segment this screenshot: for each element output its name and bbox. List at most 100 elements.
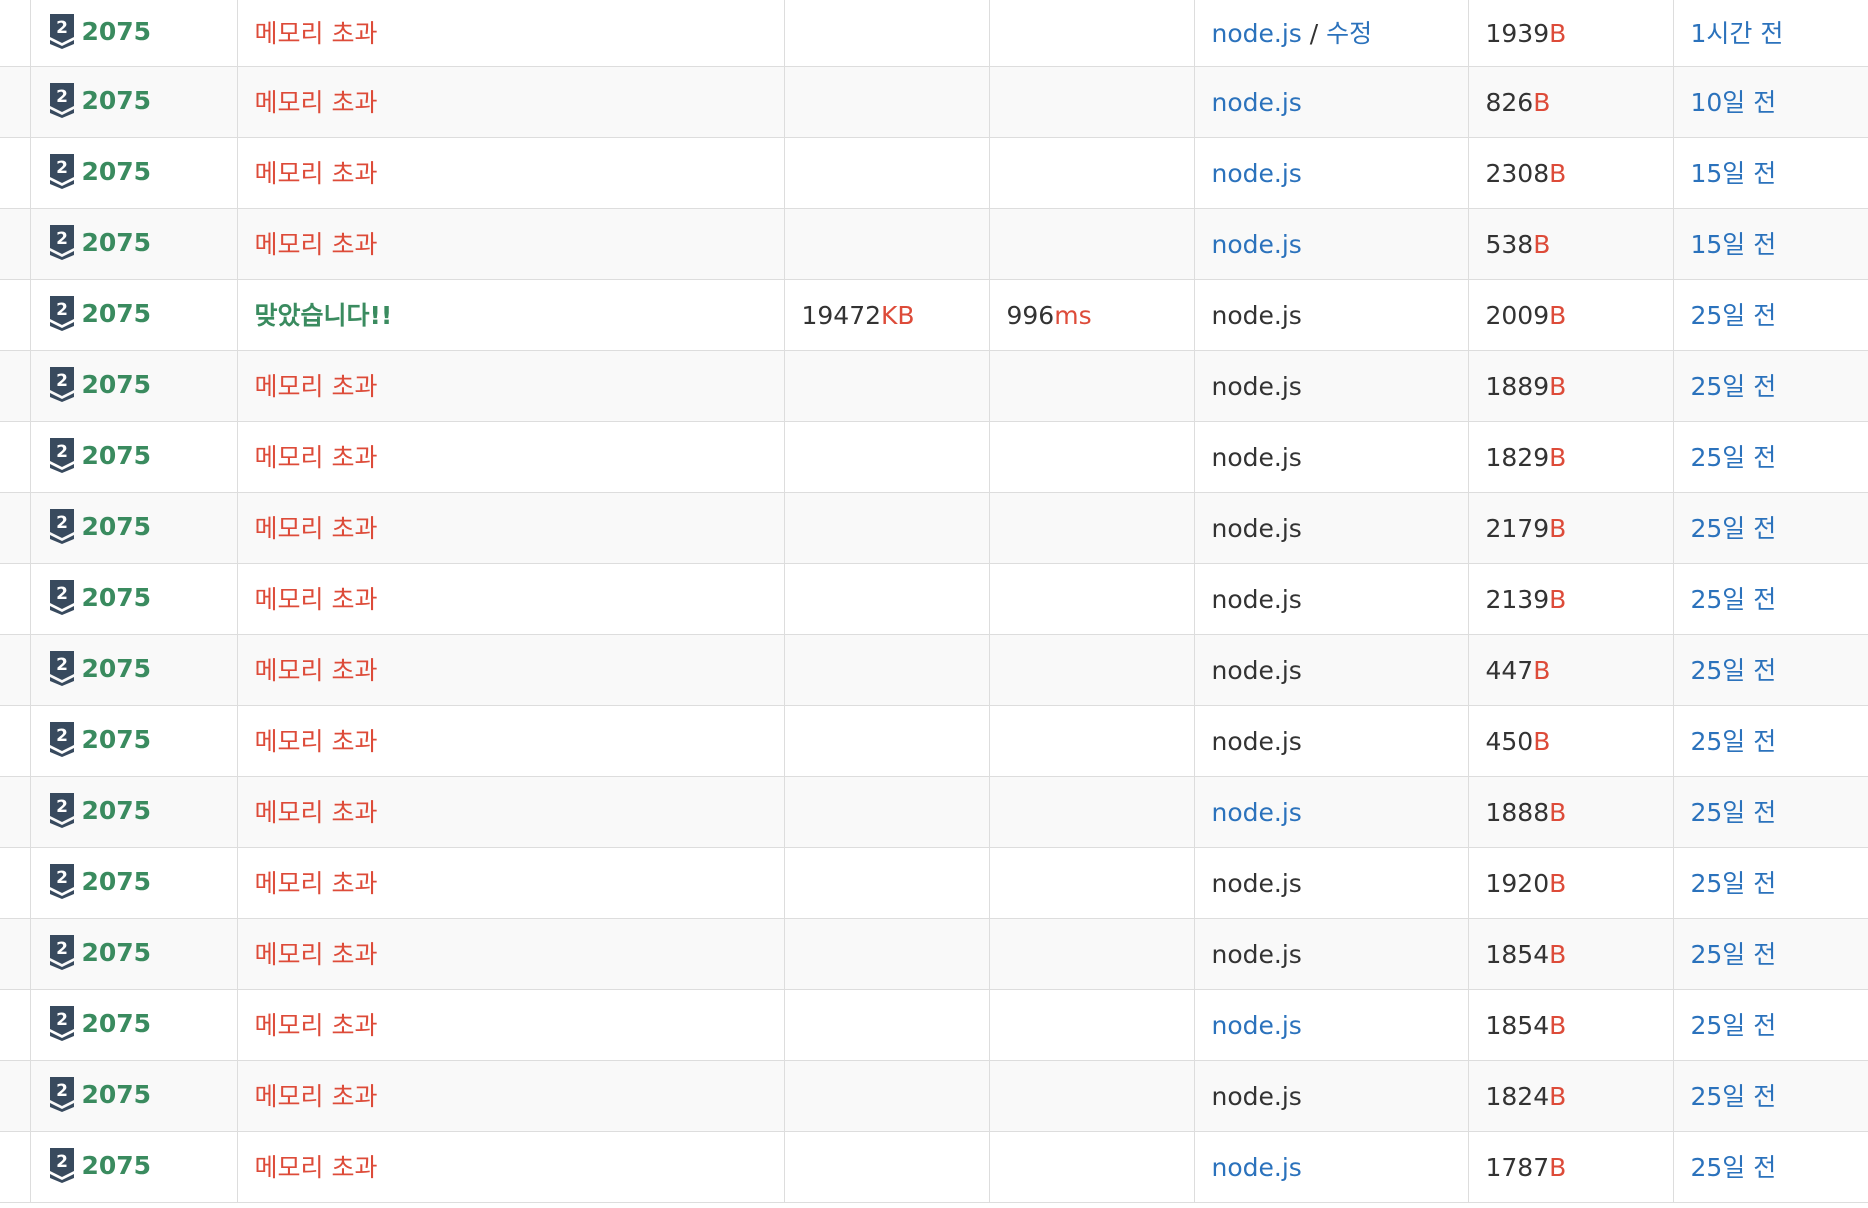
language-cell: node.js xyxy=(1194,847,1469,919)
problem-cell: 2 2075 xyxy=(30,0,238,67)
submitted-time-link[interactable]: 1시간 전 xyxy=(1691,19,1784,48)
memory-cell xyxy=(784,66,990,138)
problem-link[interactable]: 2 2075 xyxy=(48,366,151,402)
language-link[interactable]: node.js xyxy=(1212,1011,1302,1040)
language-cell: node.js xyxy=(1194,989,1469,1061)
code-length-value: 1854 xyxy=(1485,939,1550,969)
problem-cell: 2 2075 xyxy=(30,847,238,919)
submitted-time-link[interactable]: 25일 전 xyxy=(1691,656,1777,685)
problem-link[interactable]: 2 2075 xyxy=(48,721,152,757)
submitted-time-link[interactable]: 25일 전 xyxy=(1691,869,1777,898)
silver-tier-badge-icon: 2 xyxy=(49,580,74,615)
submitted-time-link[interactable]: 25일 전 xyxy=(1691,1082,1777,1111)
problem-link[interactable]: 2 2075 xyxy=(48,1005,151,1041)
language-link[interactable]: node.js xyxy=(1212,798,1302,827)
edit-link[interactable]: 수정 xyxy=(1326,19,1372,48)
problem-link[interactable]: 2 2075 xyxy=(48,82,151,118)
problem-id: 2075 xyxy=(81,298,152,328)
submitted-time-cell: 25일 전 xyxy=(1673,847,1868,919)
language-link: node.js xyxy=(1211,442,1302,472)
language-link[interactable]: node.js xyxy=(1212,88,1302,117)
problem-cell: 2 2075 xyxy=(30,918,238,990)
language-edit-separator: / xyxy=(1301,18,1327,48)
time-cell xyxy=(989,1131,1195,1203)
tier-number: 2 xyxy=(56,300,68,320)
submitted-time-cell: 10일 전 xyxy=(1673,66,1868,138)
submitted-time-link[interactable]: 25일 전 xyxy=(1691,727,1777,756)
submitted-time-link[interactable]: 15일 전 xyxy=(1691,159,1777,188)
problem-link[interactable]: 2 2075 xyxy=(48,224,151,260)
submitted-time-link[interactable]: 15일 전 xyxy=(1691,230,1777,259)
code-length-value: 450 xyxy=(1485,726,1534,756)
tier-number: 2 xyxy=(56,371,68,391)
problem-link[interactable]: 2 2075 xyxy=(48,934,151,970)
problem-cell: 2 2075 xyxy=(30,208,238,280)
submitted-time-link[interactable]: 25일 전 xyxy=(1691,443,1777,472)
submitted-time-link[interactable]: 25일 전 xyxy=(1691,514,1777,543)
time-value: 996 xyxy=(1006,300,1055,330)
submitted-time-link[interactable]: 10일 전 xyxy=(1691,88,1777,117)
language-link[interactable]: node.js xyxy=(1212,1153,1302,1182)
table-row: 2 2075 메모리 초과 node.js 538B 15일 전 xyxy=(0,208,1868,280)
code-length-value: 2308 xyxy=(1485,158,1550,188)
code-length-value: 2179 xyxy=(1485,513,1550,543)
result-cell: 메모리 초과 xyxy=(237,137,785,209)
code-length-unit: B xyxy=(1549,1081,1567,1111)
problem-link[interactable]: 2 2075 xyxy=(48,579,151,615)
submission-id-cell xyxy=(0,350,31,422)
submitted-time-link[interactable]: 25일 전 xyxy=(1691,372,1777,401)
code-length-unit: B xyxy=(1549,584,1567,614)
language-link[interactable]: node.js xyxy=(1212,230,1302,259)
problem-link[interactable]: 2 2075 xyxy=(48,437,151,473)
submitted-time-cell: 25일 전 xyxy=(1673,634,1868,706)
problem-link[interactable]: 2 2075 xyxy=(48,1147,152,1183)
problem-link[interactable]: 2 2075 xyxy=(48,792,152,828)
result-cell: 메모리 초과 xyxy=(237,1131,785,1203)
code-length-cell: 1854B xyxy=(1468,989,1674,1061)
submitted-time-link[interactable]: 25일 전 xyxy=(1691,1011,1777,1040)
problem-cell: 2 2075 xyxy=(30,137,238,209)
submitted-time-cell: 25일 전 xyxy=(1673,989,1868,1061)
submission-id-cell xyxy=(0,492,31,564)
time-cell xyxy=(989,0,1195,67)
problem-id: 2075 xyxy=(81,16,152,46)
problem-id: 2075 xyxy=(81,1150,152,1180)
language-link: node.js xyxy=(1211,513,1302,543)
problem-link[interactable]: 2 2075 xyxy=(48,863,151,899)
problem-id: 2075 xyxy=(81,724,152,754)
memory-cell xyxy=(784,1060,990,1132)
table-row: 2 2075 메모리 초과 node.js 826B 10일 전 xyxy=(0,66,1868,138)
language-link[interactable]: node.js xyxy=(1212,159,1302,188)
result-text: 메모리 초과 xyxy=(254,442,378,472)
problem-link[interactable]: 2 2075 xyxy=(48,650,151,686)
problem-id: 2075 xyxy=(81,795,152,825)
code-length-cell: 1829B xyxy=(1468,421,1674,493)
submitted-time-link[interactable]: 25일 전 xyxy=(1691,1153,1777,1182)
submitted-time-link[interactable]: 25일 전 xyxy=(1691,940,1777,969)
problem-link[interactable]: 2 2075 xyxy=(48,1076,151,1112)
code-length-cell: 1888B xyxy=(1468,776,1674,848)
submitted-time-cell: 25일 전 xyxy=(1673,1060,1868,1132)
code-length-cell: 538B xyxy=(1468,208,1674,280)
result-text: 메모리 초과 xyxy=(254,513,378,543)
memory-cell xyxy=(784,563,990,635)
code-length-value: 1889 xyxy=(1485,371,1550,401)
submission-id-cell xyxy=(0,279,31,351)
submitted-time-link[interactable]: 25일 전 xyxy=(1691,798,1777,827)
submitted-time-link[interactable]: 25일 전 xyxy=(1691,301,1777,330)
code-length-cell: 1889B xyxy=(1468,350,1674,422)
result-text: 메모리 초과 xyxy=(254,868,378,898)
code-length-value: 1920 xyxy=(1485,868,1550,898)
submitted-time-link[interactable]: 25일 전 xyxy=(1691,585,1777,614)
problem-link[interactable]: 2 2075 xyxy=(48,508,151,544)
table-row: 2 2075 메모리 초과 node.js 1889B 25일 전 xyxy=(0,350,1868,422)
problem-link[interactable]: 2 2075 xyxy=(48,295,152,331)
language-link[interactable]: node.js xyxy=(1212,19,1302,48)
problem-link[interactable]: 2 2075 xyxy=(48,13,152,49)
problem-link[interactable]: 2 2075 xyxy=(48,153,151,189)
tier-number: 2 xyxy=(56,655,68,675)
table-row: 2 2075 메모리 초과 node.js 1787B 25일 전 xyxy=(0,1131,1868,1203)
silver-tier-badge-icon: 2 xyxy=(49,509,74,544)
code-length-cell: 2308B xyxy=(1468,137,1674,209)
result-text: 맞았습니다!! xyxy=(254,300,393,330)
